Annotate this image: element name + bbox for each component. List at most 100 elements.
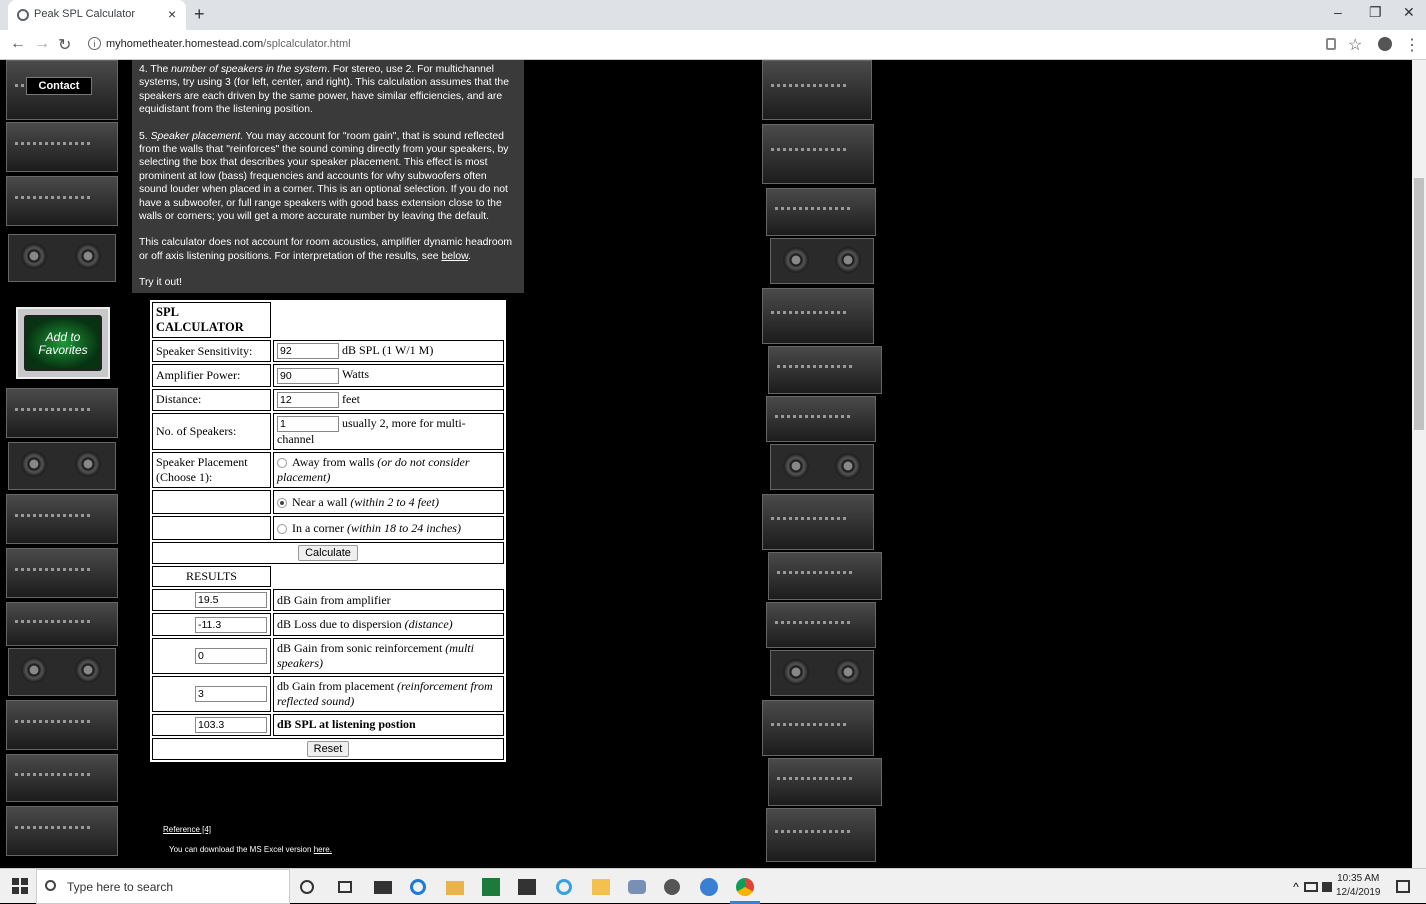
reinforcement-gain-output[interactable] [195,647,267,664]
app-icon[interactable] [628,880,646,894]
distance-input[interactable] [277,391,339,408]
edge-icon[interactable] [410,879,426,895]
reset-button[interactable]: Reset [306,740,350,757]
total-spl-output[interactable] [195,716,267,733]
receiver-image [762,494,874,550]
alien-app-icon[interactable] [664,879,680,895]
instructions-panel: 4. The number of speakers in the system.… [132,60,524,293]
placement-gain-label: db Gain from placement (reinforcement fr… [273,675,504,712]
network-icon[interactable] [1304,882,1318,892]
address-bar[interactable]: i myhometheater.homestead.com/splcalcula… [80,33,1370,57]
url-text: myhometheater.homestead.com/splcalculato… [106,38,351,50]
receiver-image [768,552,882,600]
receiver-image [6,176,118,226]
tray-chevron-icon[interactable]: ^ [1286,877,1306,897]
file-explorer-icon[interactable] [446,881,464,895]
url-path: /splcalculator.html [263,38,351,50]
receiver-image [768,346,882,394]
radio-near-wall-label: Near a wall [292,494,351,509]
new-tab-button[interactable]: + [194,4,205,25]
mail-icon[interactable] [374,881,392,894]
task-view-icon[interactable] [338,881,352,893]
volume-icon[interactable] [1322,882,1332,892]
internet-explorer-icon[interactable] [556,879,572,895]
receiver-image [762,288,874,344]
clock-time: 10:35 AM [1337,873,1380,884]
speaker-image [8,234,116,282]
download-link[interactable]: here. [314,845,332,854]
left-decor-strip [0,60,126,868]
favorites-line-2: Favorites [38,343,88,357]
reference-link[interactable]: Reference [4] [163,825,211,834]
contact-link[interactable]: Contact [26,77,92,95]
url-host: myhometheater.homestead.com [106,38,264,50]
speaker-image [770,650,874,696]
notifications-icon[interactable] [1396,880,1410,893]
radio-corner[interactable] [277,523,287,534]
restore-button[interactable]: ❐ [1369,4,1382,21]
instruction-5-text: . You may account for "room gain", that … [139,130,509,223]
page-content: Contact Add to Favorites 4. The number o… [0,60,1412,868]
dispersion-loss-output[interactable] [195,616,267,633]
amp-gain-output[interactable] [195,592,267,609]
receiver-image [6,602,118,646]
placement-gain-output[interactable] [195,685,267,702]
taskbar-search[interactable]: Type here to search [36,869,290,904]
receiver-image [766,808,876,862]
sensitivity-input[interactable] [277,343,339,360]
reinforcement-gain-text: dB Gain from sonic reinforcement [277,640,446,655]
speaker-image [8,442,116,490]
reinforcement-gain-label: dB Gain from sonic reinforcement (multi … [273,637,504,674]
scrollbar-thumb[interactable] [1414,178,1424,430]
distance-label: Distance: [152,388,271,411]
taskbar: Type here to search ^ 10:35 AM 12/4/2019 [0,868,1426,904]
amp-gain-label: dB Gain from amplifier [273,589,504,612]
menu-icon[interactable]: ⋮ [1404,35,1420,55]
power-input[interactable] [277,367,339,384]
calculator-title: SPL CALCULATOR [152,302,271,338]
instruction-4-num: 4. The [139,64,172,75]
total-spl-label: dB SPL at listening postion [273,713,504,736]
minimize-button[interactable]: – [1334,4,1342,20]
browser-tab[interactable]: Peak SPL Calculator × [8,0,186,30]
window-close-button[interactable]: ✕ [1403,4,1415,21]
profile-icon[interactable] [1378,37,1392,51]
forward-button[interactable]: → [34,35,50,53]
chrome-icon[interactable] [736,878,754,896]
radio-near-wall[interactable] [277,497,287,508]
media-player-icon[interactable] [700,878,718,896]
back-button[interactable]: ← [10,35,26,53]
cortana-icon[interactable] [300,880,314,894]
info-icon[interactable]: i [88,37,101,50]
reload-button[interactable]: ↻ [58,35,71,55]
download-text: You can download the MS Excel version he… [169,845,332,854]
tab-title: Peak SPL Calculator [34,8,136,20]
placement-label-line-1: Speaker Placement [156,455,248,469]
sensitivity-label: Speaker Sensitivity: [152,340,271,363]
excel-icon[interactable] [482,878,500,896]
store-icon[interactable] [518,879,536,895]
disclaimer: This calculator does not account for roo… [139,236,517,263]
calculate-button[interactable]: Calculate [298,545,358,561]
browser-toolbar: ← → ↻ i myhometheater.homestead.com/splc… [0,30,1426,60]
receiver-image [6,494,118,544]
folder-icon[interactable] [592,879,610,895]
below-link[interactable]: below [441,251,468,262]
windows-start-icon[interactable] [12,878,28,894]
speakers-input[interactable] [277,416,339,432]
receiver-image [762,60,872,120]
tab-close-icon[interactable]: × [168,6,176,22]
receiver-image [6,122,118,172]
radio-away[interactable] [277,458,287,469]
speaker-image [770,444,874,490]
radio-away-label: Away from walls [292,455,378,469]
receiver-image [768,758,882,806]
block-icon[interactable] [1326,38,1336,50]
add-to-favorites-button[interactable]: Add to Favorites [16,307,110,379]
search-placeholder: Type here to search [67,880,174,894]
receiver-image [766,396,876,442]
bookmark-star-icon[interactable]: ☆ [1348,35,1362,55]
instruction-4-emphasis: number of speakers in the system [171,64,328,75]
clock[interactable]: 10:35 AM 12/4/2019 [1336,872,1381,900]
instruction-4: 4. The number of speakers in the system.… [139,63,517,117]
